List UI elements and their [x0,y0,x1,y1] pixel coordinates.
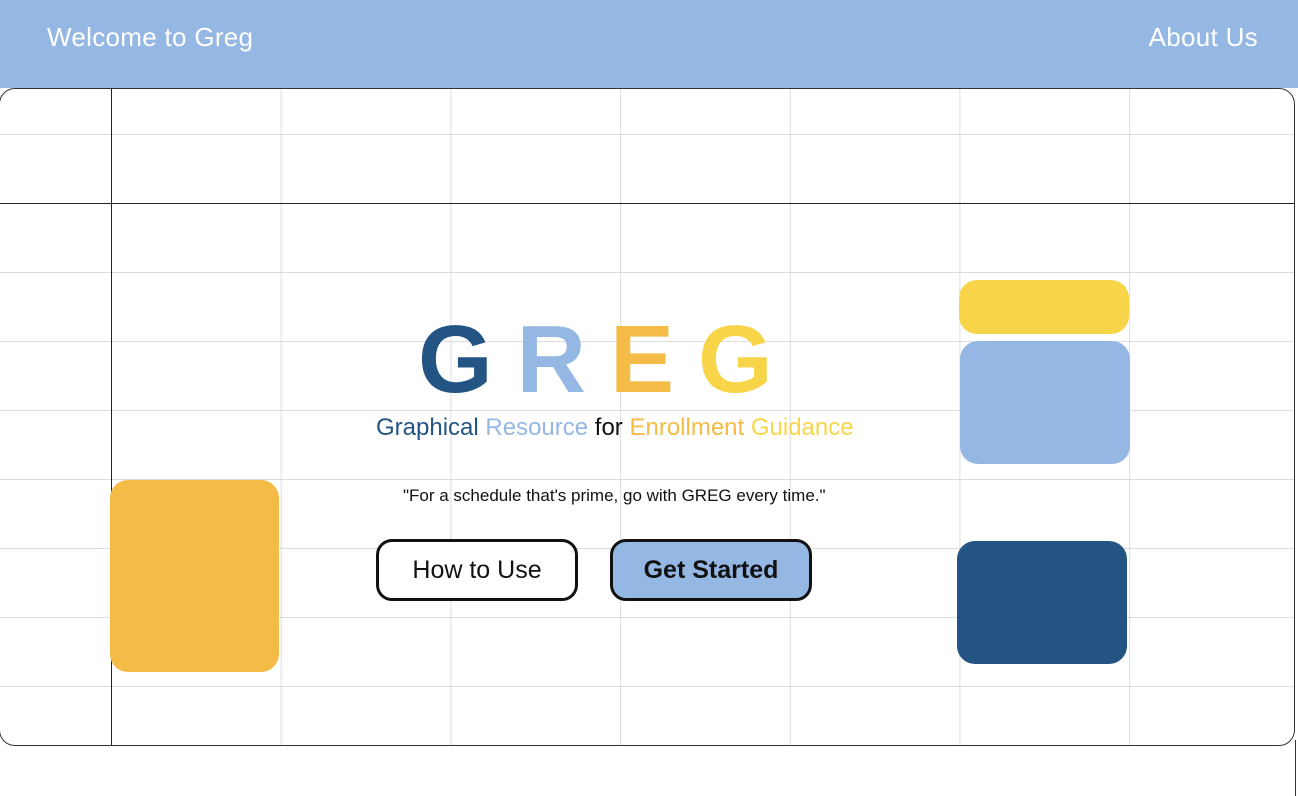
divider [1295,740,1296,796]
logo-letter: E [610,306,699,413]
logo-letter: G [418,306,517,413]
schedule-block-orange [110,480,279,672]
how-to-use-button[interactable]: How to Use [376,539,578,601]
schedule-block-yellow [959,280,1129,334]
get-started-button[interactable]: Get Started [610,539,812,601]
logo-subtitle: Graphical Resource for Enrollment Guidan… [376,414,854,442]
about-us-link[interactable]: About Us [1149,22,1258,53]
subtitle-word: Graphical [376,414,479,441]
tagline: "For a schedule that's prime, go with GR… [403,486,826,505]
logo-letter: R [516,306,610,413]
greg-logo: GREG [418,310,797,410]
welcome-title: Welcome to Greg [47,22,254,52]
subtitle-word: Guidance [750,414,854,441]
grid-header-line [0,203,1294,204]
logo-letter: G [698,306,797,413]
subtitle-word: Resource [485,414,589,441]
schedule-block-light-blue [960,341,1130,464]
top-nav-bar: Welcome to Greg About Us [0,0,1298,88]
subtitle-word: Enrollment [629,414,745,441]
schedule-block-navy [957,541,1127,664]
subtitle-word: for [594,414,623,441]
